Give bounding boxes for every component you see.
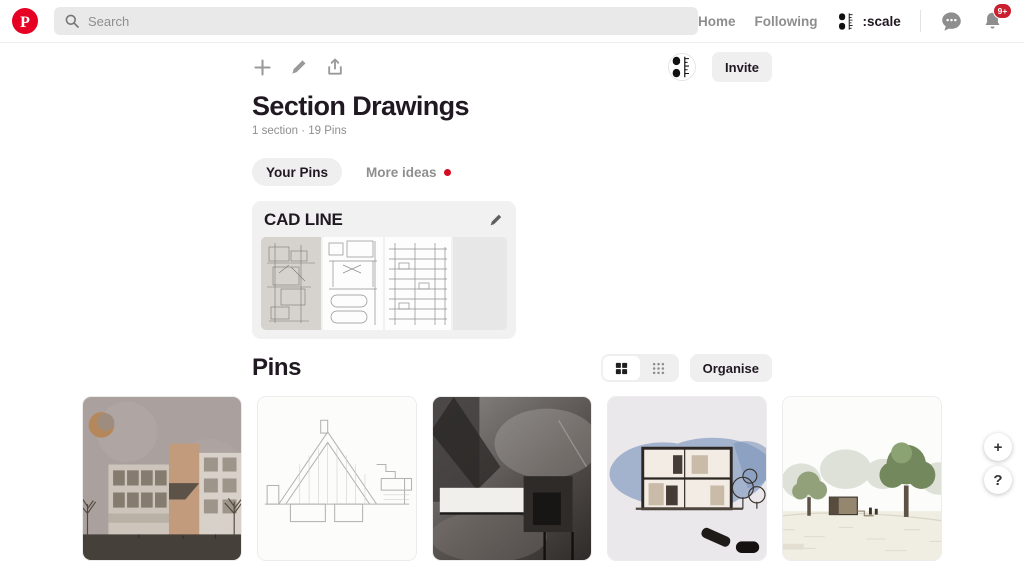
section-thumbnail-3[interactable] [385,237,451,330]
view-mode-toggle [600,354,679,382]
new-ideas-dot [443,168,451,176]
messages-button[interactable] [940,10,963,33]
large-grid-icon [615,362,627,374]
pins-heading: Pins [252,354,302,381]
board-page: Invite Section Drawings 1 section · 19 P… [0,51,1024,561]
pin-grid [82,396,942,561]
create-pin-fab-button[interactable]: + [984,433,1012,461]
pencil-icon [292,60,306,74]
pin-image-elevation-render [83,397,241,560]
nav-divider [919,10,921,32]
pin-card-1[interactable] [82,396,242,561]
pin-image-landscape-render [783,397,941,560]
top-nav-links: Home Following :scale 9+ [698,3,1024,33]
organise-button[interactable]: Organise [689,354,772,382]
section-thumbnail-1[interactable] [261,237,321,330]
tab-more-ideas[interactable]: More ideas [352,158,465,186]
small-grid-icon [652,362,664,374]
pin-image-charcoal-section [433,397,591,560]
share-icon [328,58,342,75]
tab-more-ideas-label: More ideas [366,164,437,180]
floating-buttons: + ? [984,433,1012,494]
section-title: CAD LINE [264,210,343,229]
edit-section-button[interactable] [488,212,504,228]
tab-your-pins[interactable]: Your Pins [252,158,343,186]
profile-link[interactable]: :scale [836,11,901,31]
help-fab-button[interactable]: ? [984,466,1012,494]
search-input[interactable] [88,13,688,29]
nav-following[interactable]: Following [755,14,818,29]
profile-username: :scale [862,13,901,29]
pin-card-4[interactable] [607,396,767,561]
pin-card-3[interactable] [432,396,592,561]
plus-icon [254,58,271,76]
board-tabs: Your Pins More ideas [252,158,772,186]
board-title: Section Drawings [252,91,470,121]
pins-header-row: Pins Organise [252,354,772,382]
share-board-button[interactable] [325,57,345,77]
section-thumbnails [261,237,507,330]
pencil-icon [490,214,502,226]
small-grid-view-button[interactable] [640,356,677,380]
top-nav-bar: P Home Following :scale [0,0,1024,43]
edit-board-button[interactable] [289,57,309,77]
notifications-button[interactable]: 9+ [982,3,1012,32]
nav-home[interactable]: Home [698,14,736,29]
board-actions-row: Invite [252,51,772,83]
tab-your-pins-label: Your Pins [266,164,329,180]
board-meta: 1 section · 19 Pins [252,125,347,137]
collaborator-avatar[interactable] [668,53,697,81]
chat-icon [942,11,961,31]
section-thumbnail-2[interactable] [323,237,383,330]
pin-image-line-section [258,397,416,560]
add-pin-to-board-button[interactable] [252,57,273,78]
notification-badge: 9+ [993,3,1012,19]
large-grid-view-button[interactable] [602,356,640,380]
section-thumbnail-empty [453,237,507,330]
user-avatar [836,11,856,31]
invite-button[interactable]: Invite [712,52,772,82]
pinterest-logo[interactable]: P [12,8,38,34]
pin-card-2[interactable] [257,396,417,561]
pin-image-watercolor-section [608,397,766,560]
search-icon [65,14,79,28]
pinterest-p-glyph: P [20,14,30,31]
pin-card-5[interactable] [782,396,942,561]
section-card-cad-line[interactable]: CAD LINE [252,201,516,339]
search-bar[interactable] [54,7,698,35]
